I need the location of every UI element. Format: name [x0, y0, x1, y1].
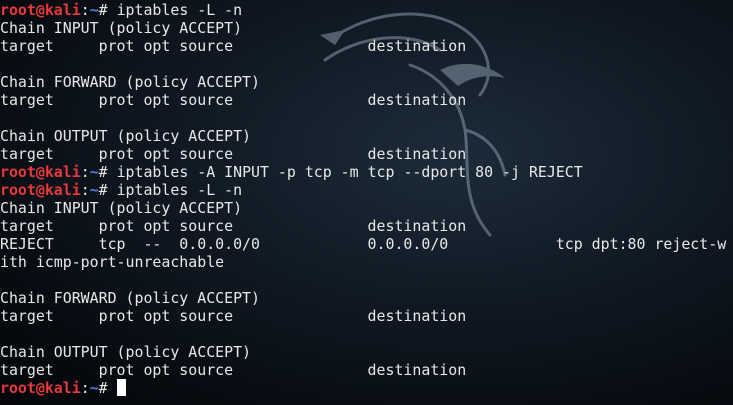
prompt-path: ~ — [89, 181, 99, 199]
prompt-colon: : — [80, 379, 90, 397]
output-line: target prot opt source destination — [0, 145, 467, 163]
output-line: target prot opt source destination — [0, 37, 467, 55]
prompt-symbol: # — [98, 181, 117, 199]
output-line: Chain INPUT (policy ACCEPT) — [0, 19, 243, 37]
output-line: Chain FORWARD (policy ACCEPT) — [0, 289, 260, 307]
command-line: root@kali:~# iptables -A INPUT -p tcp -m… — [0, 163, 726, 181]
command-text: iptables -L -n — [116, 181, 243, 199]
prompt-user: root@kali — [0, 1, 81, 19]
output-line: REJECT tcp -- 0.0.0.0/0 0.0.0.0/0 tcp dp… — [0, 235, 727, 253]
command-text: iptables -L -n — [116, 1, 243, 19]
output-line: target prot opt source destination — [0, 91, 467, 109]
text-cursor — [116, 379, 126, 396]
terminal-output: root@kali:~# iptables -L -n Chain INPUT (… — [0, 1, 726, 397]
command-line: root@kali:~# iptables -L -n — [0, 1, 726, 19]
output-line: ith icmp-port-unreachable — [0, 253, 225, 271]
output-line: Chain INPUT (policy ACCEPT) — [0, 199, 243, 217]
output-line: Chain OUTPUT (policy ACCEPT) — [0, 127, 252, 145]
prompt-symbol: # — [98, 379, 117, 397]
prompt-path: ~ — [89, 163, 99, 181]
output-line: Chain OUTPUT (policy ACCEPT) — [0, 343, 252, 361]
prompt-colon: : — [80, 181, 90, 199]
output-line: target prot opt source destination — [0, 217, 467, 235]
prompt-colon: : — [80, 163, 90, 181]
prompt-symbol: # — [98, 1, 117, 19]
output-line: target prot opt source destination — [0, 307, 467, 325]
command-text: iptables -A INPUT -p tcp -m tcp --dport … — [116, 163, 583, 181]
active-prompt-line: root@kali:~# — [0, 379, 726, 397]
prompt-user: root@kali — [0, 379, 81, 397]
output-line: target prot opt source destination — [0, 361, 467, 379]
prompt-path: ~ — [89, 379, 99, 397]
command-line: root@kali:~# iptables -L -n — [0, 181, 726, 199]
prompt-user: root@kali — [0, 181, 81, 199]
prompt-symbol: # — [98, 163, 117, 181]
prompt-colon: : — [80, 1, 90, 19]
terminal-window[interactable]: root@kali:~# iptables -L -n Chain INPUT (… — [0, 0, 733, 405]
output-line: Chain FORWARD (policy ACCEPT) — [0, 73, 260, 91]
prompt-user: root@kali — [0, 163, 81, 181]
prompt-path: ~ — [89, 1, 99, 19]
